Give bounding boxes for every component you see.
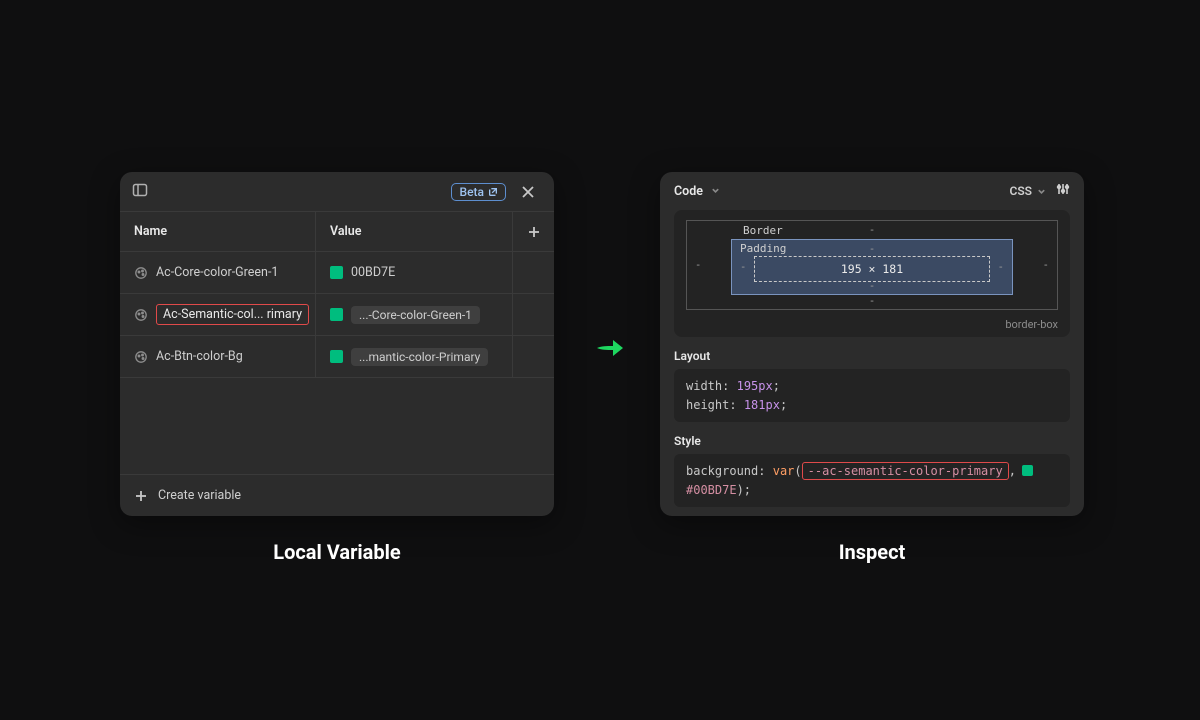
color-swatch bbox=[330, 308, 343, 321]
box-model-border[interactable]: Border -- -- Padding -- -- 195 × 181 bbox=[686, 220, 1058, 310]
table-row[interactable]: Ac-Semantic-col... rimary ...-Core-color… bbox=[120, 294, 554, 336]
chevron-down-icon bbox=[711, 186, 720, 195]
table-header: Name Value bbox=[120, 212, 554, 252]
beta-badge[interactable]: Beta bbox=[451, 183, 506, 201]
color-swatch bbox=[1022, 465, 1033, 476]
padding-label: Padding bbox=[740, 242, 786, 255]
table-row[interactable]: Ac-Core-color-Green-1 00BD7E bbox=[120, 252, 554, 294]
box-model-diagram: Border -- -- Padding -- -- 195 × 181 bor… bbox=[674, 210, 1070, 337]
variable-value: 00BD7E bbox=[351, 265, 395, 280]
variable-alias-value: ...mantic-color-Primary bbox=[351, 348, 488, 366]
color-swatch bbox=[330, 350, 343, 363]
local-variable-panel: Beta Name Value Ac-Core-color-Green-1 00… bbox=[120, 172, 554, 516]
style-section-title: Style bbox=[660, 422, 1084, 454]
close-icon bbox=[521, 185, 535, 199]
language-select[interactable]: CSS bbox=[1010, 184, 1047, 198]
caption-inspect: Inspect bbox=[660, 540, 1084, 564]
variable-name-highlighted: Ac-Semantic-col... rimary bbox=[156, 304, 309, 325]
border-label: Border bbox=[743, 224, 783, 237]
close-button[interactable] bbox=[514, 178, 542, 206]
inspect-panel: Code CSS Border -- -- Padding -- -- 195 … bbox=[660, 172, 1084, 516]
column-header-name: Name bbox=[120, 224, 315, 239]
box-sizing-label: border-box bbox=[686, 318, 1058, 331]
plus-icon bbox=[134, 489, 148, 503]
palette-icon bbox=[134, 308, 148, 322]
layout-code[interactable]: width: 195px; height: 181px; bbox=[674, 369, 1070, 422]
external-link-icon bbox=[488, 187, 498, 197]
table-row[interactable]: Ac-Btn-color-Bg ...mantic-color-Primary bbox=[120, 336, 554, 378]
create-variable-button[interactable]: Create variable bbox=[120, 474, 554, 516]
box-model-padding[interactable]: Padding -- -- 195 × 181 bbox=[731, 239, 1013, 295]
color-swatch bbox=[330, 266, 343, 279]
style-code[interactable]: background: var(--ac-semantic-color-prim… bbox=[674, 454, 1070, 507]
chevron-down-icon bbox=[1037, 187, 1046, 196]
add-column-button[interactable] bbox=[513, 225, 554, 239]
layout-section-title: Layout bbox=[660, 337, 1084, 369]
column-header-value: Value bbox=[316, 224, 512, 239]
css-variable-highlighted: --ac-semantic-color-primary bbox=[802, 462, 1009, 480]
flow-arrow-icon bbox=[593, 328, 627, 362]
code-tab[interactable]: Code bbox=[674, 184, 720, 199]
plus-icon bbox=[527, 225, 541, 239]
palette-icon bbox=[134, 266, 148, 280]
beta-label: Beta bbox=[460, 185, 484, 199]
variable-name: Ac-Btn-color-Bg bbox=[156, 349, 243, 364]
palette-icon bbox=[134, 350, 148, 364]
variable-alias-value: ...-Core-color-Green-1 bbox=[351, 306, 480, 324]
create-variable-label: Create variable bbox=[158, 488, 241, 503]
variable-name: Ac-Core-color-Green-1 bbox=[156, 265, 278, 280]
caption-local-variable: Local Variable bbox=[120, 540, 554, 564]
sliders-icon bbox=[1056, 182, 1070, 196]
panel-toolbar: Beta bbox=[120, 172, 554, 212]
sidebar-toggle-icon[interactable] bbox=[132, 182, 148, 202]
settings-button[interactable] bbox=[1056, 182, 1070, 200]
inspect-toolbar: Code CSS bbox=[660, 172, 1084, 210]
box-model-content[interactable]: 195 × 181 bbox=[754, 256, 990, 282]
